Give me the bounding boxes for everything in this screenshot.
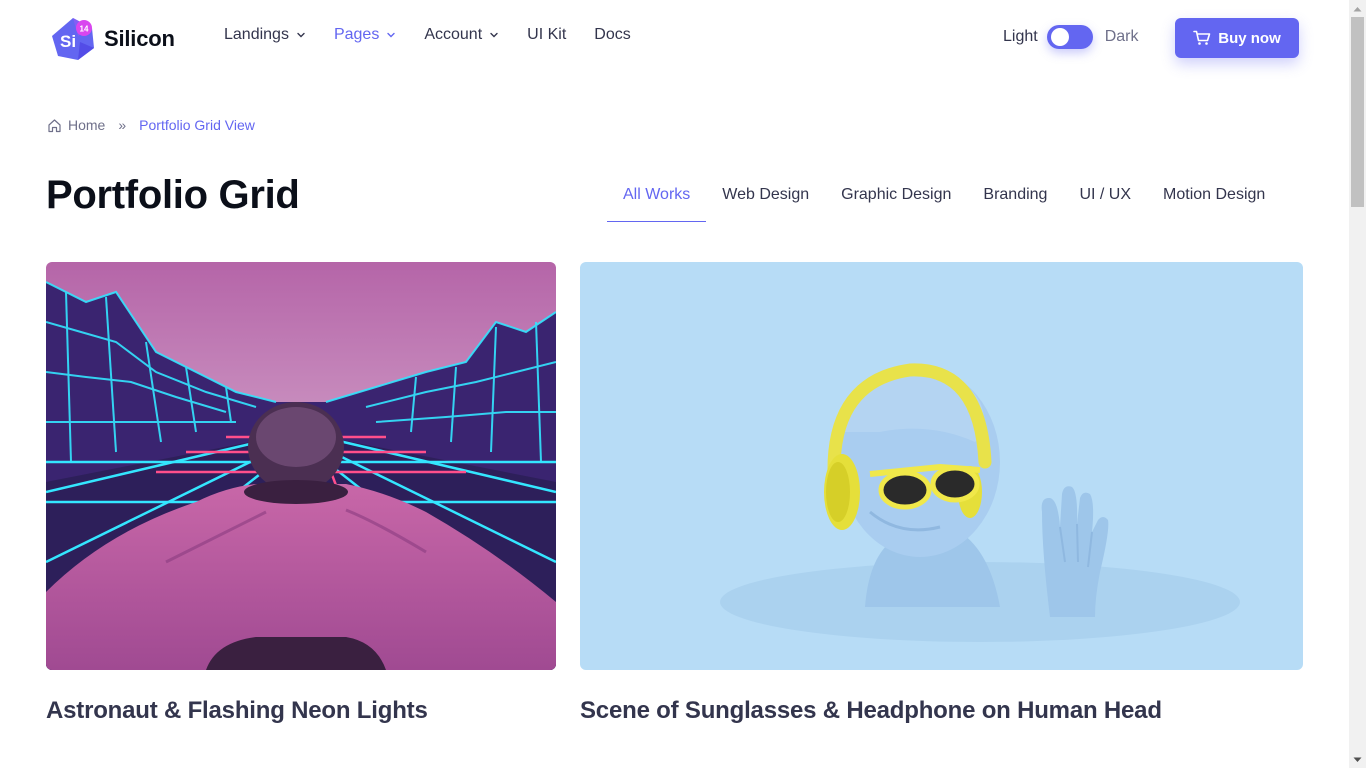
logo-badge-text: Si [60, 32, 76, 51]
tab-web-design[interactable]: Web Design [706, 172, 825, 222]
breadcrumb-current: Portfolio Grid View [139, 117, 255, 133]
nav-item-pages[interactable]: Pages [334, 26, 396, 44]
scrollbar-thumb[interactable] [1351, 17, 1364, 207]
logo-badge-icon: Si 14 [50, 16, 96, 62]
nav-item-label: Docs [594, 26, 631, 43]
scroll-down-arrow-icon[interactable] [1349, 751, 1366, 768]
breadcrumb: Home » Portfolio Grid View [47, 117, 255, 133]
card-title[interactable]: Scene of Sunglasses & Headphone on Human… [580, 697, 1162, 725]
cart-icon [1193, 30, 1211, 45]
sunglasses-headphone-head-image[interactable] [580, 262, 1303, 670]
nav-item-ui-kit[interactable]: UI Kit [527, 26, 566, 44]
logo-badge-version: 14 [80, 25, 89, 34]
buy-now-label: Buy now [1218, 29, 1281, 47]
portfolio-filter-tabs: All Works Web Design Graphic Design Bran… [607, 172, 1281, 222]
mode-light-label: Light [1003, 28, 1038, 45]
toggle-knob [1050, 28, 1069, 46]
nav-item-label: UI Kit [527, 26, 567, 43]
page-scrollbar[interactable] [1349, 0, 1366, 768]
nav-item-label: Account [424, 26, 483, 43]
nav-item-landings[interactable]: Landings [224, 26, 306, 44]
scroll-up-arrow-icon[interactable] [1349, 0, 1366, 17]
mode-dark-label: Dark [1104, 28, 1139, 45]
card-title[interactable]: Astronaut & Flashing Neon Lights [46, 697, 428, 725]
nav-item-label: Landings [224, 26, 289, 43]
breadcrumb-home[interactable]: Home [47, 117, 105, 133]
tab-branding[interactable]: Branding [967, 172, 1063, 222]
theme-toggle[interactable] [1046, 25, 1093, 49]
astronaut-neon-grid-image[interactable] [46, 262, 556, 670]
nav-item-label: Pages [333, 26, 380, 43]
chevron-down-icon [387, 32, 396, 38]
page-title: Portfolio Grid [46, 173, 300, 217]
tab-all-works[interactable]: All Works [607, 172, 707, 222]
breadcrumb-home-label: Home [68, 117, 106, 133]
nav-item-docs[interactable]: Docs [594, 26, 630, 44]
tab-motion-design[interactable]: Motion Design [1147, 172, 1281, 222]
tab-graphic-design[interactable]: Graphic Design [825, 172, 967, 222]
logo-text: Silicon [104, 26, 175, 51]
nav-item-account[interactable]: Account [424, 26, 499, 44]
home-icon [48, 118, 61, 132]
theme-mode-switch: Light Dark [1003, 25, 1138, 49]
main-nav: Landings Pages Account UI Kit Docs [224, 26, 659, 44]
breadcrumb-separator: » [118, 117, 127, 133]
chevron-down-icon [297, 32, 305, 38]
logo[interactable]: Si 14 Silicon [50, 16, 175, 62]
buy-now-button[interactable]: Buy now [1175, 18, 1299, 58]
chevron-down-icon [490, 32, 498, 38]
tab-ui-ux[interactable]: UI / UX [1063, 172, 1147, 222]
site-header: Si 14 Silicon Landings Pages Account UI … [0, 0, 1349, 76]
